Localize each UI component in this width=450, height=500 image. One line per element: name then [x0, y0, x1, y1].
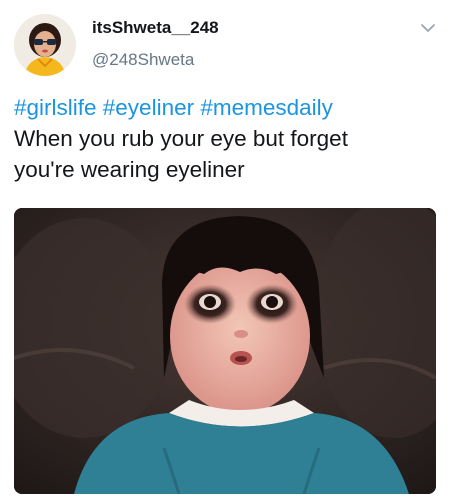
avatar[interactable] [14, 14, 76, 76]
user-handle[interactable]: @248Shweta [92, 50, 194, 70]
chevron-down-icon[interactable] [418, 18, 438, 38]
tweet-hashtags[interactable]: #girlslife #eyeliner #memesdaily [14, 92, 438, 123]
avatar-image [14, 14, 76, 76]
tweet-body-line: When you rub your eye but forget [14, 126, 348, 151]
child-photo [14, 208, 436, 494]
user-display-name[interactable]: itsShweta__248 [92, 18, 219, 38]
tweet-text: #girlslife #eyeliner #memesdaily When yo… [14, 92, 438, 185]
tweet-card: itsShweta__248 @248Shweta #girlslife #ey… [0, 0, 450, 500]
tweet-body-line: you're wearing eyeliner [14, 157, 245, 182]
tweet-media-image[interactable] [14, 208, 436, 494]
